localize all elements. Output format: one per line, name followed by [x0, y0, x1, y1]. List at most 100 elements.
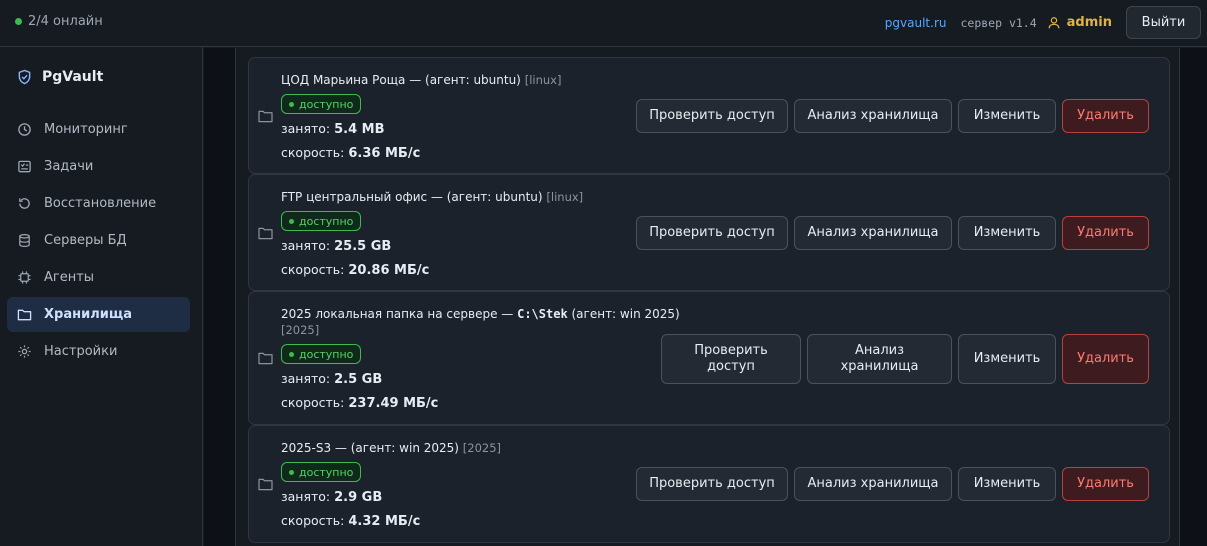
speed-label: скорость:: [281, 513, 345, 528]
online-dot-icon: [15, 18, 22, 25]
analyze-storage-button[interactable]: Анализ хранилища: [794, 216, 952, 250]
folder-icon: [17, 309, 32, 321]
speed-value: 237.49 МБ/с: [348, 396, 439, 411]
storage-card: 2025-S3 — (агент: win 2025) [2025] досту…: [248, 425, 1170, 543]
used-value: 2.9 GB: [334, 490, 383, 505]
folder-icon: [258, 227, 273, 240]
storage-title: 2025-S3 — (агент: win 2025) [2025]: [281, 440, 501, 456]
used-row: занято: 2.9 GB: [281, 489, 501, 506]
check-access-button[interactable]: Проверить доступ: [636, 216, 788, 250]
sidebar-item-db-servers[interactable]: Серверы БД: [7, 223, 190, 258]
online-status: 2/4 онлайн: [15, 14, 103, 29]
storage-name-prefix: 2025 локальная папка на сервере —: [281, 307, 518, 321]
sidebar-item-restore[interactable]: Восстановление: [7, 186, 190, 221]
storage-list[interactable]: ЦОД Марьина Роща — (агент: ubuntu) [linu…: [235, 48, 1180, 546]
sidebar-item-label: Настройки: [44, 344, 118, 359]
tasks-icon: [18, 160, 31, 173]
sidebar-item-storages[interactable]: Хранилища: [7, 297, 190, 332]
storage-tag: [linux]: [524, 73, 562, 87]
restore-icon: [19, 198, 30, 209]
storage-info: ЦОД Марьина Роща — (агент: ubuntu) [linu…: [281, 72, 561, 162]
used-value: 25.5 GB: [334, 239, 392, 254]
user-icon: [1048, 16, 1060, 28]
sidebar-item-label: Мониторинг: [44, 122, 128, 137]
speed-label: скорость:: [281, 145, 345, 160]
used-row: занято: 2.5 GB: [281, 371, 680, 388]
sidebar-item-label: Восстановление: [44, 196, 157, 211]
check-access-button[interactable]: Проверить доступ: [636, 467, 788, 501]
storage-title: FTP центральный офис — (агент: ubuntu) […: [281, 189, 583, 205]
storage-name: FTP центральный офис — (агент: ubuntu): [281, 190, 543, 204]
sidebar: PgVault Мониторинг Задачи Восстановление: [0, 47, 203, 546]
storage-name: ЦОД Марьина Роща — (агент: ubuntu): [281, 73, 521, 87]
storage-actions: Проверить доступ Анализ хранилища Измени…: [636, 216, 1149, 250]
storage-card: FTP центральный офис — (агент: ubuntu) […: [248, 174, 1170, 291]
sidebar-item-agents[interactable]: Агенты: [7, 260, 190, 295]
status-text: доступно: [299, 214, 354, 228]
gear-icon: [18, 345, 31, 358]
status-text: доступно: [299, 97, 354, 111]
database-icon: [19, 233, 30, 248]
storage-tag: [linux]: [546, 190, 584, 204]
storage-info: 2025 локальная папка на сервере — C:\Ste…: [281, 306, 680, 412]
analyze-storage-button[interactable]: Анализ хранилища: [794, 467, 952, 501]
storage-title: ЦОД Марьина Роща — (агент: ubuntu) [linu…: [281, 72, 561, 88]
status-text: доступно: [299, 347, 354, 361]
edit-button[interactable]: Изменить: [958, 216, 1056, 250]
storage-tag: [2025]: [462, 441, 502, 455]
speed-row: скорость: 6.36 МБ/с: [281, 145, 561, 162]
online-status-text: 2/4 онлайн: [28, 14, 103, 29]
edit-button[interactable]: Изменить: [958, 99, 1056, 133]
logout-button[interactable]: Выйти: [1126, 6, 1201, 39]
sidebar-item-label: Серверы БД: [44, 233, 127, 248]
sidebar-item-settings[interactable]: Настройки: [7, 334, 190, 369]
sidebar-item-label: Задачи: [44, 159, 94, 174]
analyze-storage-button[interactable]: Анализ хранилища: [794, 99, 952, 133]
speed-value: 6.36 МБ/с: [348, 146, 421, 161]
sidebar-item-monitoring[interactable]: Мониторинг: [7, 112, 190, 147]
storage-card: ЦОД Марьина Роща — (агент: ubuntu) [linu…: [248, 57, 1170, 174]
storage-info: 2025-S3 — (агент: win 2025) [2025] досту…: [281, 440, 501, 530]
status-badge: доступно: [281, 344, 362, 364]
used-label: занято:: [281, 371, 331, 386]
sidebar-item-tasks[interactable]: Задачи: [7, 149, 190, 184]
sidebar-nav: Мониторинг Задачи Восстановление Серверы…: [7, 112, 190, 371]
main-content: ЦОД Марьина Роща — (агент: ubuntu) [linu…: [204, 48, 1207, 546]
server-version: сервер v1.4: [960, 15, 1037, 30]
sidebar-item-label: Агенты: [44, 270, 95, 285]
speed-row: скорость: 4.32 МБ/с: [281, 513, 501, 530]
used-label: занято:: [281, 121, 331, 136]
used-value: 2.5 GB: [334, 372, 383, 387]
storage-name: 2025-S3 — (агент: win 2025): [281, 441, 459, 455]
delete-button[interactable]: Удалить: [1062, 216, 1149, 250]
status-dot-icon: [289, 351, 294, 357]
monitor-icon: [18, 123, 31, 136]
status-badge: доступно: [281, 462, 362, 482]
speed-label: скорость:: [281, 262, 345, 277]
delete-button[interactable]: Удалить: [1062, 334, 1149, 384]
brand[interactable]: PgVault: [17, 69, 103, 85]
status-dot-icon: [289, 469, 294, 475]
sidebar-item-label: Хранилища: [44, 307, 132, 322]
status-badge: доступно: [281, 211, 362, 231]
storage-path: C:\Stek: [517, 307, 568, 321]
speed-row: скорость: 20.86 МБ/с: [281, 262, 583, 279]
speed-row: скорость: 237.49 МБ/с: [281, 395, 680, 412]
edit-button[interactable]: Изменить: [958, 467, 1056, 501]
header-right: pgvault.ru сервер v1.4 admin Выйти: [885, 6, 1201, 39]
folder-icon: [258, 352, 273, 365]
delete-button[interactable]: Удалить: [1062, 467, 1149, 501]
check-access-button[interactable]: Проверить доступ: [636, 99, 788, 133]
speed-value: 4.32 МБ/с: [348, 514, 421, 529]
storage-info: FTP центральный офис — (агент: ubuntu) […: [281, 189, 583, 279]
storage-card: 2025 локальная папка на сервере — C:\Ste…: [248, 291, 1170, 425]
check-access-button[interactable]: Проверить доступ: [661, 334, 801, 384]
delete-button[interactable]: Удалить: [1062, 99, 1149, 133]
used-row: занято: 25.5 GB: [281, 238, 583, 255]
storage-actions: Проверить доступ Анализ хранилища Измени…: [636, 99, 1149, 133]
site-link[interactable]: pgvault.ru: [885, 16, 947, 30]
storage-actions: Проверить доступ Анализ хранилища Измени…: [636, 467, 1149, 501]
analyze-storage-button[interactable]: Анализ хранилища: [807, 334, 952, 384]
edit-button[interactable]: Изменить: [958, 334, 1056, 384]
top-bar: 2/4 онлайн pgvault.ru сервер v1.4 admin …: [0, 0, 1207, 47]
